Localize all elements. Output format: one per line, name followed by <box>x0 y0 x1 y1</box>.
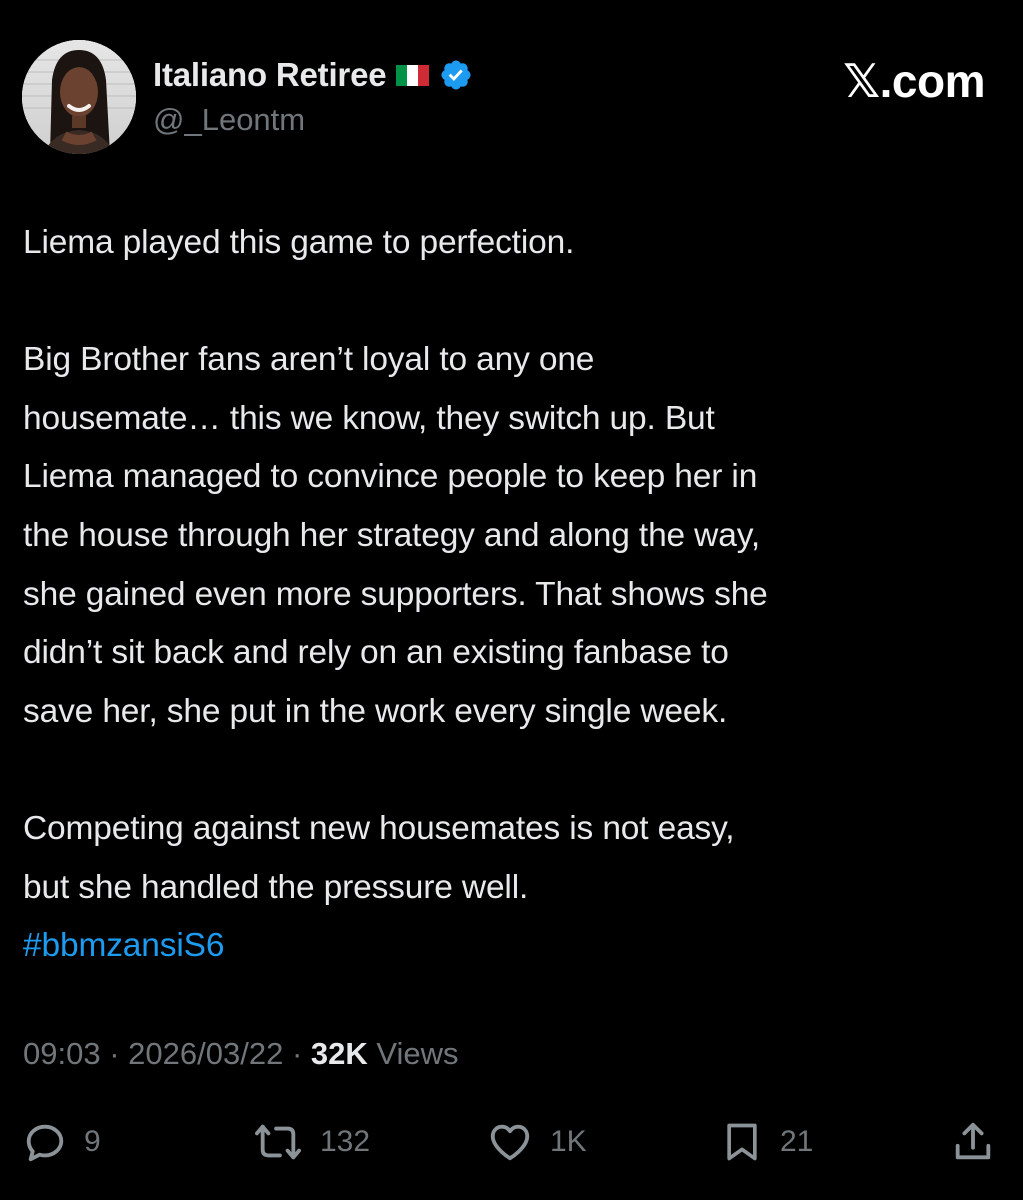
views-count: 32K <box>310 1036 368 1071</box>
author-avatar[interactable] <box>22 40 136 154</box>
x-logo-icon: 𝕏 <box>843 54 880 108</box>
author-display-name[interactable]: Italiano Retiree <box>153 56 387 94</box>
tweet-line: she gained even more supporters. That sh… <box>23 575 768 613</box>
verified-badge-icon[interactable] <box>439 58 473 92</box>
like-count: 1K <box>550 1125 587 1158</box>
heart-icon <box>490 1124 530 1161</box>
reply-icon <box>26 1124 64 1162</box>
tweet-date[interactable]: 2026/03/22 <box>128 1036 283 1071</box>
tweet-meta: 09:03 · 2026/03/22 · 32K Views <box>23 1036 459 1072</box>
x-com-logo: 𝕏.com <box>843 54 985 108</box>
repost-count: 132 <box>320 1125 371 1158</box>
share-icon <box>955 1122 991 1160</box>
reply-button[interactable]: 9 <box>22 1112 101 1172</box>
tweet-text: Liema played this game to perfection. Bi… <box>23 214 1003 976</box>
tweet-paragraph-3: Competing against new housemates is not … <box>23 800 1003 976</box>
site-domain-suffix: .com <box>879 55 986 107</box>
tweet-action-bar: 9 132 1K 21 <box>0 1112 1023 1172</box>
bookmark-button[interactable]: 21 <box>720 1112 813 1172</box>
meta-separator: · <box>291 1036 303 1071</box>
author-handle[interactable]: @_Leontm <box>153 102 305 138</box>
like-button[interactable]: 1K <box>486 1112 587 1172</box>
repost-button[interactable]: 132 <box>252 1112 370 1172</box>
italy-flag-icon <box>396 64 430 86</box>
tweet-line: but she handled the pressure well. <box>23 868 529 906</box>
views-label: Views <box>376 1036 459 1071</box>
tweet-time[interactable]: 09:03 <box>23 1036 101 1071</box>
tweet-line: Liema managed to convince people to keep… <box>23 458 758 496</box>
reply-count: 9 <box>84 1125 101 1158</box>
bookmark-count: 21 <box>780 1125 814 1158</box>
meta-separator: · <box>109 1036 120 1071</box>
tweet-line: the house through her strategy and along… <box>23 516 760 554</box>
avatar-image <box>22 40 136 154</box>
tweet-paragraph-1: Liema played this game to perfection. <box>23 224 575 261</box>
hashtag-link[interactable]: #bbmzansiS6 <box>23 917 1003 976</box>
bookmark-icon <box>727 1123 757 1161</box>
tweet-line: save her, she put in the work every sing… <box>23 692 728 730</box>
tweet-line: housemate… this we know, they switch up.… <box>23 399 715 437</box>
tweet-paragraph-2: Big Brother fans aren’t loyal to any one… <box>23 331 1003 741</box>
author-name-row: Italiano Retiree <box>153 54 473 96</box>
tweet-line: Big Brother fans aren’t loyal to any one <box>23 341 595 379</box>
repost-icon <box>255 1124 302 1160</box>
tweet-line: didn’t sit back and rely on an existing … <box>23 634 729 672</box>
tweet-line: Competing against new housemates is not … <box>23 809 735 847</box>
share-button[interactable] <box>950 1112 996 1172</box>
